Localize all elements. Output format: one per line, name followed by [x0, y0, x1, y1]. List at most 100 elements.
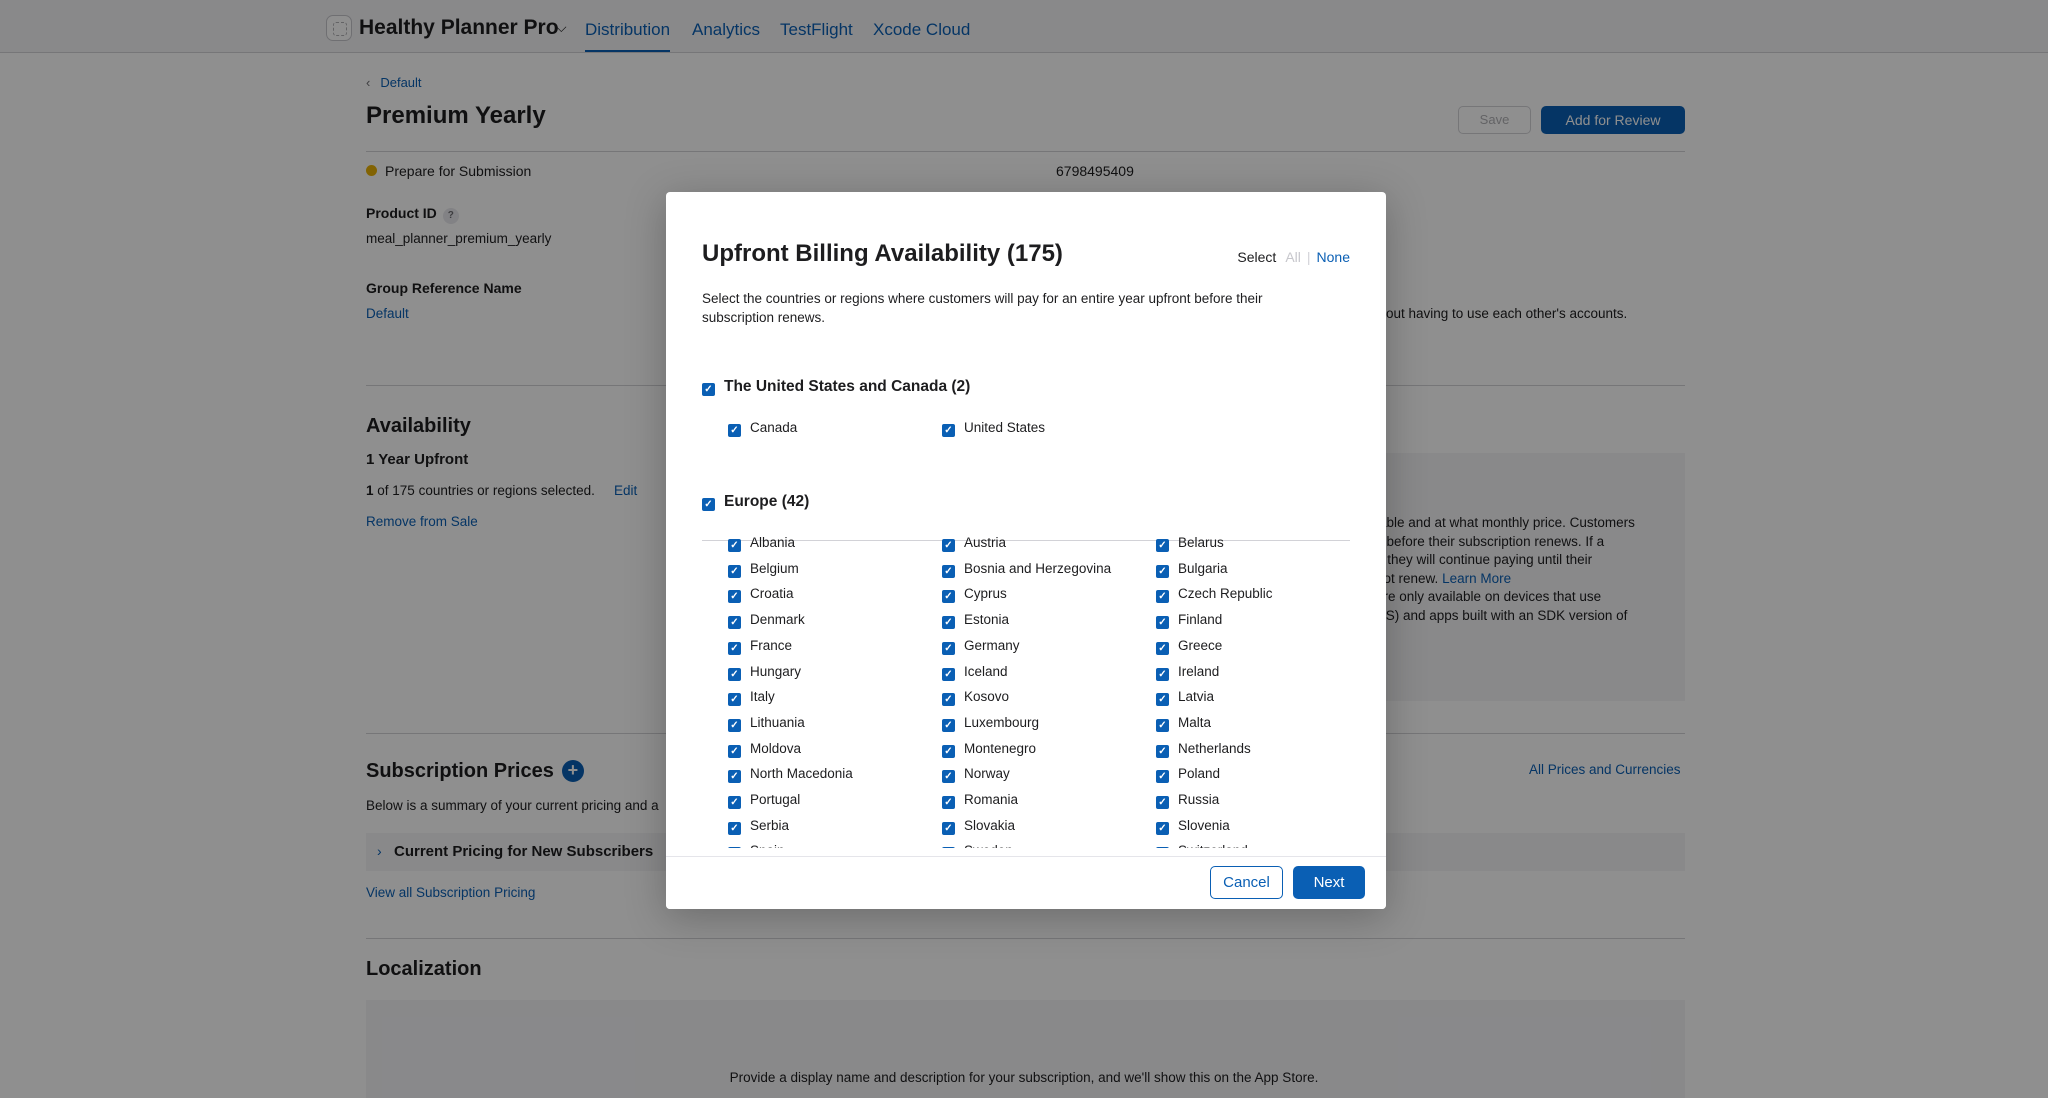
next-button[interactable]: Next: [1293, 866, 1365, 899]
country-checkbox[interactable]: ✓ Czech Republic: [1156, 586, 1273, 604]
checkbox-checked-icon[interactable]: ✓: [728, 796, 741, 809]
country-label: Luxembourg: [964, 714, 1040, 730]
region-group-checkbox[interactable]: ✓ The United States and Canada (2): [702, 378, 970, 396]
region-group-label: The United States and Canada (2): [724, 378, 971, 395]
country-label: Iceland: [964, 663, 1008, 679]
checkbox-checked-icon[interactable]: ✓: [728, 539, 741, 552]
checkbox-checked-icon[interactable]: ✓: [728, 564, 741, 578]
country-label: Moldova: [750, 740, 802, 756]
checkbox-checked-icon[interactable]: ✓: [1156, 693, 1169, 707]
country-checkbox[interactable]: ✓ Serbia: [728, 818, 789, 835]
select-none-link[interactable]: None: [1317, 249, 1350, 265]
country-label: Sweden: [964, 843, 1013, 848]
checkbox-checked-icon[interactable]: ✓: [942, 564, 955, 578]
country-checkbox[interactable]: ✓ Romania: [942, 792, 1018, 809]
country-checkbox[interactable]: ✓ Moldova: [728, 741, 801, 758]
checkbox-checked-icon[interactable]: ✓: [942, 667, 955, 681]
country-checkbox[interactable]: ✓ Belarus: [1156, 535, 1224, 552]
checkbox-checked-icon[interactable]: ✓: [728, 590, 741, 604]
checkbox-checked-icon[interactable]: ✓: [1156, 718, 1169, 732]
checkbox-checked-icon[interactable]: ✓: [728, 847, 741, 848]
checkbox-checked-icon[interactable]: ✓: [728, 616, 741, 630]
checkbox-checked-icon[interactable]: ✓: [728, 667, 741, 681]
checkbox-checked-icon[interactable]: ✓: [728, 718, 741, 732]
checkbox-checked-icon[interactable]: ✓: [942, 616, 955, 630]
checkbox-checked-icon[interactable]: ✓: [942, 718, 955, 732]
country-checkbox[interactable]: ✓ Spain: [728, 843, 785, 848]
checkbox-checked-icon[interactable]: ✓: [728, 424, 741, 437]
checkbox-checked-icon[interactable]: ✓: [1156, 564, 1169, 578]
country-checkbox[interactable]: ✓ North Macedonia: [728, 766, 853, 784]
checkbox-checked-icon[interactable]: ✓: [1156, 539, 1169, 552]
country-checkbox[interactable]: ✓ Latvia: [1156, 689, 1214, 707]
country-checkbox[interactable]: ✓ Luxembourg: [942, 715, 1039, 732]
checkbox-checked-icon[interactable]: ✓: [942, 770, 955, 784]
checkbox-checked-icon[interactable]: ✓: [1156, 641, 1169, 655]
checkbox-checked-icon[interactable]: ✓: [1156, 616, 1169, 630]
country-checkbox[interactable]: ✓ Hungary: [728, 664, 801, 681]
country-checkbox[interactable]: ✓ Finland: [1156, 612, 1222, 630]
checkbox-checked-icon[interactable]: ✓: [1156, 667, 1169, 681]
country-label: Norway: [964, 766, 1010, 782]
country-checkbox[interactable]: ✓ Switzerland: [1156, 843, 1248, 848]
country-checkbox[interactable]: ✓ Denmark: [728, 612, 805, 630]
checkbox-checked-icon[interactable]: ✓: [728, 641, 741, 655]
checkbox-checked-icon[interactable]: ✓: [728, 821, 741, 835]
checkbox-checked-icon[interactable]: ✓: [942, 821, 955, 835]
country-checkbox[interactable]: ✓ Albania: [728, 535, 795, 552]
country-checkbox[interactable]: ✓ Cyprus: [942, 586, 1007, 604]
country-checkbox[interactable]: ✓ United States: [942, 420, 1045, 437]
country-checkbox[interactable]: ✓ Kosovo: [942, 689, 1009, 707]
checkbox-checked-icon[interactable]: ✓: [942, 590, 955, 604]
country-checkbox[interactable]: ✓ Belgium: [728, 561, 799, 578]
checkbox-checked-icon[interactable]: ✓: [702, 498, 715, 511]
checkbox-checked-icon[interactable]: ✓: [942, 424, 955, 437]
country-label: Slovenia: [1178, 817, 1230, 833]
country-checkbox[interactable]: ✓ Slovenia: [1156, 818, 1230, 835]
checkbox-checked-icon[interactable]: ✓: [1156, 590, 1169, 604]
checkbox-checked-icon[interactable]: ✓: [1156, 821, 1169, 835]
country-checkbox[interactable]: ✓ Norway: [942, 766, 1010, 784]
country-checkbox[interactable]: ✓ Sweden: [942, 843, 1013, 848]
country-checkbox[interactable]: ✓ Austria: [942, 535, 1006, 552]
country-checkbox[interactable]: ✓ Iceland: [942, 664, 1008, 681]
checkbox-checked-icon[interactable]: ✓: [728, 693, 741, 707]
region-group-checkbox[interactable]: ✓ Europe (42): [702, 493, 809, 511]
checkbox-checked-icon[interactable]: ✓: [942, 744, 955, 758]
country-checkbox[interactable]: ✓ Canada: [728, 420, 797, 437]
cancel-button[interactable]: Cancel: [1210, 866, 1283, 899]
country-checkbox[interactable]: ✓ Greece: [1156, 638, 1222, 655]
country-checkbox[interactable]: ✓ France: [728, 638, 792, 655]
country-checkbox[interactable]: ✓ Lithuania: [728, 715, 805, 732]
checkbox-checked-icon[interactable]: ✓: [1156, 744, 1169, 758]
country-checkbox[interactable]: ✓ Montenegro: [942, 741, 1036, 758]
country-checkbox[interactable]: ✓ Portugal: [728, 792, 800, 809]
country-checkbox[interactable]: ✓ Ireland: [1156, 664, 1219, 681]
group-divider: [702, 540, 1350, 541]
country-checkbox[interactable]: ✓ Germany: [942, 638, 1020, 655]
checkbox-checked-icon[interactable]: ✓: [942, 847, 955, 848]
select-all-link[interactable]: All: [1285, 249, 1301, 265]
checkbox-checked-icon[interactable]: ✓: [1156, 770, 1169, 784]
country-checkbox[interactable]: ✓ Bosnia and Herzegovina: [942, 561, 1111, 578]
checkbox-checked-icon[interactable]: ✓: [1156, 796, 1169, 809]
country-label: France: [750, 637, 793, 653]
checkbox-checked-icon[interactable]: ✓: [942, 796, 955, 809]
country-checkbox[interactable]: ✓ Slovakia: [942, 818, 1015, 835]
country-list[interactable]: ✓ The United States and Canada (2) ✓ Canada…: [666, 348, 1386, 848]
checkbox-checked-icon[interactable]: ✓: [728, 770, 741, 784]
country-checkbox[interactable]: ✓ Croatia: [728, 586, 794, 604]
country-checkbox[interactable]: ✓ Netherlands: [1156, 741, 1251, 758]
country-checkbox[interactable]: ✓ Poland: [1156, 766, 1220, 784]
country-checkbox[interactable]: ✓ Bulgaria: [1156, 561, 1228, 578]
checkbox-checked-icon[interactable]: ✓: [942, 641, 955, 655]
country-checkbox[interactable]: ✓ Italy: [728, 689, 775, 707]
checkbox-checked-icon[interactable]: ✓: [942, 693, 955, 707]
country-checkbox[interactable]: ✓ Russia: [1156, 792, 1219, 809]
checkbox-checked-icon[interactable]: ✓: [942, 539, 955, 552]
checkbox-checked-icon[interactable]: ✓: [702, 383, 715, 396]
checkbox-checked-icon[interactable]: ✓: [728, 744, 741, 758]
country-checkbox[interactable]: ✓ Malta: [1156, 715, 1211, 732]
checkbox-checked-icon[interactable]: ✓: [1156, 847, 1169, 848]
country-checkbox[interactable]: ✓ Estonia: [942, 612, 1009, 630]
